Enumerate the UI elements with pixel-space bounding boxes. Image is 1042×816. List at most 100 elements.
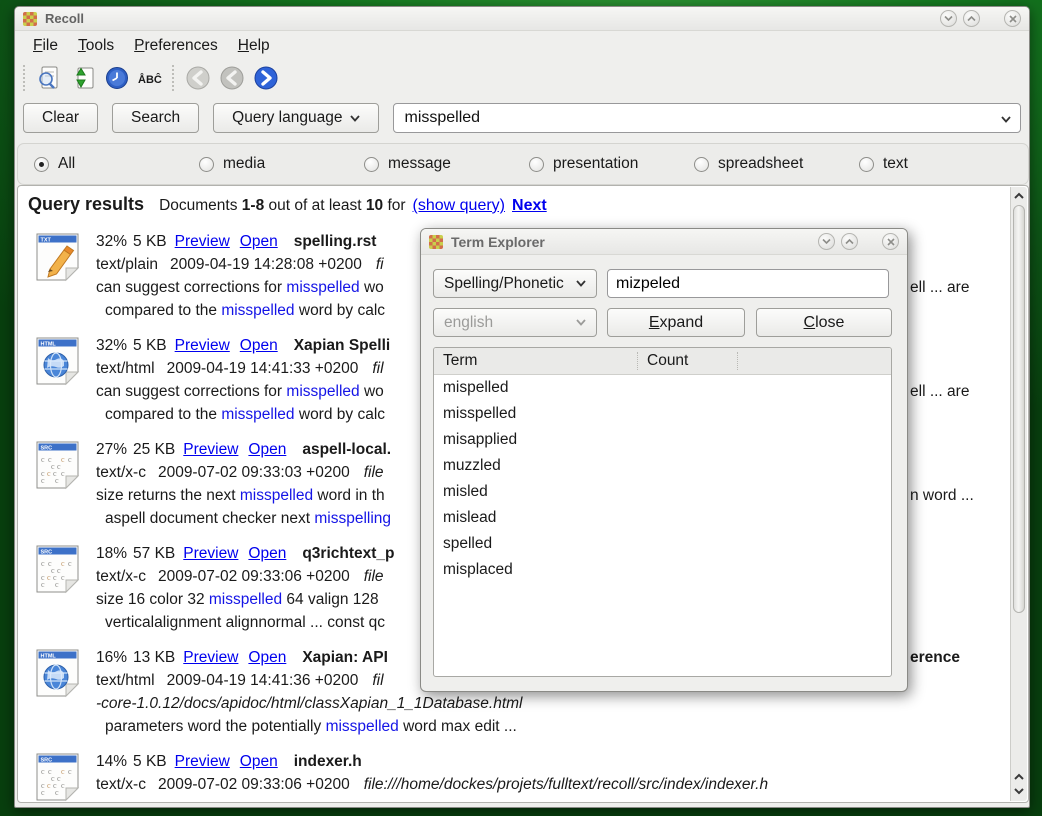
chevron-up-icon [845,238,854,245]
filter-all[interactable]: All [34,155,199,173]
term-table-row[interactable]: spelled [434,531,891,557]
term-table-row[interactable]: misapplied [434,427,891,453]
term-input[interactable] [616,275,880,293]
svg-text:c: c [47,469,51,478]
filter-text[interactable]: text [859,155,1024,173]
file-path: file [364,568,384,585]
src-document-icon: SRCcccccccccccc [34,440,82,542]
term-cell: mislead [434,509,638,527]
preview-link[interactable]: Preview [175,337,230,354]
open-link[interactable]: Open [240,337,278,354]
preview-link[interactable]: Preview [175,233,230,250]
chevron-down-icon[interactable] [1001,116,1011,123]
expansion-mode-select[interactable]: Spelling/Phonetic [433,269,597,298]
scroll-down-icon[interactable] [1013,785,1025,797]
open-link[interactable]: Open [240,753,278,770]
term-table-row[interactable]: muzzled [434,453,891,479]
snippet-text: wo [360,383,384,400]
svg-text:c: c [68,559,72,568]
dialog-maximize-button[interactable] [841,233,858,250]
term-table-row[interactable]: misplaced [434,557,891,583]
open-link[interactable]: Open [248,441,286,458]
expand-button[interactable]: Expand [607,308,745,337]
term-table-row[interactable]: mislead [434,505,891,531]
open-link[interactable]: Open [248,649,286,666]
preview-link[interactable]: Preview [183,545,238,562]
query-language-select[interactable]: Query language [213,103,379,133]
file-date: 2009-07-02 09:33:06 +0200 [158,568,350,585]
filter-label: media [223,155,265,173]
term-table-header[interactable]: Term Count [434,348,891,375]
term-table-row[interactable]: misled [434,479,891,505]
file-date: 2009-07-02 09:33:06 +0200 [158,776,350,793]
menu-tools[interactable]: Tools [68,34,124,58]
search-button[interactable]: Search [112,103,199,133]
search-input[interactable] [404,109,994,127]
filter-label: presentation [553,155,638,173]
show-query-link[interactable]: (show query) [413,197,505,215]
snippet-line: verticalalignment alignnormal ... const … [96,611,395,634]
language-select[interactable]: english [433,308,597,337]
scroll-up-icon[interactable] [1013,771,1025,783]
dialog-close-button[interactable] [882,233,899,250]
preview-link[interactable]: Preview [175,753,230,770]
maximize-button[interactable] [963,10,980,27]
svg-text:c: c [61,455,65,464]
scrollbar-thumb[interactable] [1013,205,1025,613]
next-page-link[interactable]: Next [512,197,547,215]
relevance-percent: 32% [96,337,127,354]
snippet-line: size returns the next misspelled word in… [96,484,391,507]
html-document-icon: HTML [34,648,82,750]
open-link[interactable]: Open [240,233,278,250]
filter-message[interactable]: message [364,155,529,173]
radio-icon[interactable] [859,157,874,172]
file-path: file [364,464,384,481]
menubar: FileToolsPreferencesHelp [15,33,1029,59]
file-size: 25 KB [133,441,175,458]
term-input-box[interactable] [607,269,889,298]
radio-icon[interactable] [34,157,49,172]
preview-link[interactable]: Preview [183,441,238,458]
term-cell: misapplied [434,431,638,449]
dialog-minimize-button[interactable] [818,233,835,250]
svg-text:c: c [61,559,65,568]
close-button[interactable] [1004,10,1021,27]
clear-search-icon[interactable] [34,63,64,93]
next-page-arrow-icon[interactable] [251,63,281,93]
history-clock-icon[interactable] [102,63,132,93]
clear-button[interactable]: Clear [23,103,98,133]
menu-file[interactable]: File [23,34,68,58]
menu-preferences[interactable]: Preferences [124,34,228,58]
radio-icon[interactable] [364,157,379,172]
search-entry-combo[interactable] [393,103,1021,133]
dialog-titlebar[interactable]: Term Explorer [421,229,907,255]
radio-icon[interactable] [199,157,214,172]
scroll-up-icon[interactable] [1013,190,1025,202]
svg-text:TXT: TXT [41,237,52,243]
svg-text:c: c [41,455,45,464]
filter-presentation[interactable]: presentation [529,155,694,173]
radio-icon[interactable] [694,157,709,172]
term-table-row[interactable]: misspelled [434,401,891,427]
column-term[interactable]: Term [434,352,638,370]
preview-link[interactable]: Preview [183,649,238,666]
minimize-button[interactable] [940,10,957,27]
open-link[interactable]: Open [248,545,286,562]
main-titlebar[interactable]: Recoll [15,7,1029,31]
close-icon [1009,15,1017,23]
radio-icon[interactable] [529,157,544,172]
search-term-highlight: misspelled [326,718,399,735]
snippet-line: size 16 color 32 misspelled 64 valign 12… [96,588,395,611]
sort-by-dates-icon[interactable] [68,63,98,93]
term-table-row[interactable]: mispelled [434,375,891,401]
spellcheck-abc-icon[interactable]: ÅBĈ [136,63,166,93]
mime-type: text/x-c [96,776,146,793]
column-count[interactable]: Count [638,352,738,370]
dialog-title: Term Explorer [451,234,545,250]
filter-media[interactable]: media [199,155,364,173]
filter-spreadsheet[interactable]: spreadsheet [694,155,859,173]
txt-document-icon: TXT [34,232,82,334]
results-scrollbar[interactable] [1010,187,1027,801]
menu-help[interactable]: Help [228,34,280,58]
close-dialog-button[interactable]: Close [756,308,892,337]
